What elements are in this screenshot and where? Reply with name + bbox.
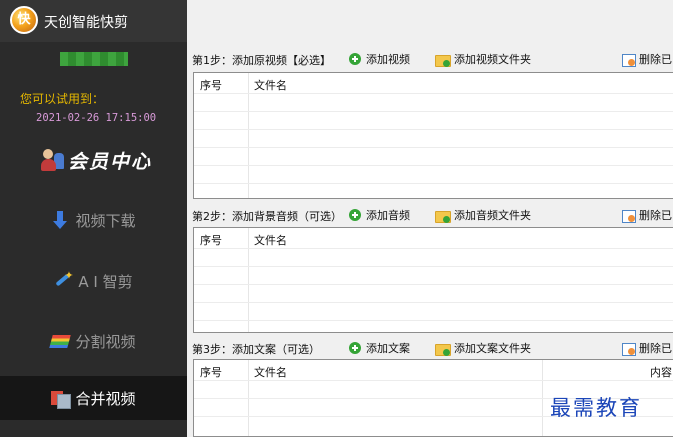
nav-label: 合并视频 xyxy=(75,389,136,408)
trial-label: 您可以试用到： xyxy=(20,92,105,106)
add-video-folder-label: 添加视频文件夹 xyxy=(454,53,531,66)
user-account-bar xyxy=(60,52,128,66)
add-icon xyxy=(349,342,361,354)
nav-label: A I 智剪 xyxy=(78,272,133,291)
audio-file-table[interactable]: 序号 文件名 xyxy=(193,227,673,333)
column-header-index: 序号 xyxy=(200,366,222,379)
member-couple-icon xyxy=(40,147,68,173)
app-title: 天创智能快剪 xyxy=(44,15,128,31)
table-header: 序号 文件名 xyxy=(194,73,673,93)
add-copy-button[interactable]: 添加文案 xyxy=(349,339,410,357)
nav-ai-edit[interactable]: A I 智剪 xyxy=(0,259,187,303)
add-copy-label: 添加文案 xyxy=(366,342,410,355)
delete-icon xyxy=(622,342,636,356)
add-copy-folder-label: 添加文案文件夹 xyxy=(454,342,531,355)
delete-video-button[interactable]: 删除已 xyxy=(622,50,672,68)
column-header-filename: 文件名 xyxy=(254,366,287,379)
download-arrow-icon xyxy=(51,211,69,229)
nav-split-video[interactable]: 分割视频 xyxy=(0,319,187,363)
ai-wand-icon xyxy=(54,269,73,290)
delete-audio-label: 删除已 xyxy=(639,209,672,222)
column-header-content: 内容 xyxy=(650,366,672,379)
column-header-filename: 文件名 xyxy=(254,234,287,247)
delete-video-label: 删除已 xyxy=(639,53,672,66)
app-header: 快 天创智能快剪 xyxy=(0,0,187,42)
merge-video-icon xyxy=(51,389,72,409)
delete-copy-button[interactable]: 删除已 xyxy=(622,339,672,357)
add-folder-icon xyxy=(435,53,451,67)
add-copy-folder-button[interactable]: 添加文案文件夹 xyxy=(435,339,531,357)
delete-copy-label: 删除已 xyxy=(639,342,672,355)
delete-icon xyxy=(622,53,636,67)
watermark-text: 最需教育 xyxy=(550,396,642,420)
split-video-icon xyxy=(51,332,69,350)
add-video-label: 添加视频 xyxy=(366,53,410,66)
add-audio-folder-label: 添加音频文件夹 xyxy=(454,209,531,222)
step3-label: 第3步：添加文案（可选） xyxy=(192,343,320,356)
step3-toolbar: 第3步：添加文案（可选） 添加文案 添加文案文件夹 删除已 xyxy=(187,337,673,359)
nav-label: 分割视频 xyxy=(75,332,136,351)
step1-label: 第1步：添加原视频【必选】 xyxy=(192,54,331,67)
table-header: 序号 文件名 内容 xyxy=(194,360,673,380)
member-center-button[interactable]: 会员中心 xyxy=(40,146,152,174)
add-audio-folder-button[interactable]: 添加音频文件夹 xyxy=(435,206,531,224)
video-file-table[interactable]: 序号 文件名 xyxy=(193,72,673,199)
add-folder-icon xyxy=(435,209,451,223)
add-video-button[interactable]: 添加视频 xyxy=(349,50,410,68)
nav-label: 视频下载 xyxy=(75,211,136,230)
delete-icon xyxy=(622,209,636,223)
add-icon xyxy=(349,53,361,65)
table-header: 序号 文件名 xyxy=(194,228,673,248)
step2-label: 第2步：添加背景音频（可选） xyxy=(192,210,342,223)
member-center-label: 会员中心 xyxy=(68,150,153,173)
column-header-index: 序号 xyxy=(200,234,222,247)
add-audio-label: 添加音频 xyxy=(366,209,410,222)
step1-toolbar: 第1步：添加原视频【必选】 添加视频 添加视频文件夹 删除已 xyxy=(187,48,673,70)
add-video-folder-button[interactable]: 添加视频文件夹 xyxy=(435,50,531,68)
trial-expiry-time: 2021-02-26 17:15:00 xyxy=(36,112,157,124)
app-logo-icon: 快 xyxy=(10,6,38,34)
column-header-filename: 文件名 xyxy=(254,79,287,92)
sidebar: 快 天创智能快剪 您可以试用到： 2021-02-26 17:15:00 会员中… xyxy=(0,0,187,437)
delete-audio-button[interactable]: 删除已 xyxy=(622,206,672,224)
add-icon xyxy=(349,209,361,221)
step2-toolbar: 第2步：添加背景音频（可选） 添加音频 添加音频文件夹 删除已 xyxy=(187,204,673,226)
column-header-index: 序号 xyxy=(200,79,222,92)
nav-video-download[interactable]: 视频下载 xyxy=(0,198,187,242)
add-folder-icon xyxy=(435,342,451,356)
main-panel: 第1步：添加原视频【必选】 添加视频 添加视频文件夹 删除已 序号 文件名 第2… xyxy=(187,0,673,437)
nav-merge-video[interactable]: 合并视频 xyxy=(0,376,187,420)
add-audio-button[interactable]: 添加音频 xyxy=(349,206,410,224)
